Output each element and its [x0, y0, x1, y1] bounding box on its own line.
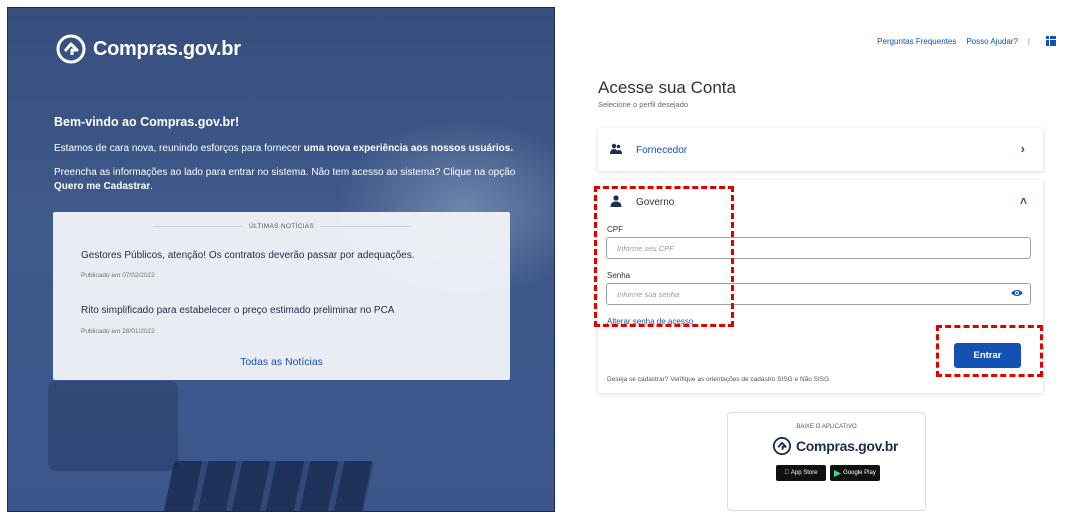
google-play-label: Google Play	[843, 470, 876, 476]
chevron-up-icon[interactable]: ˄	[1020, 194, 1027, 208]
eye-icon[interactable]	[1010, 288, 1024, 298]
logo-icon	[56, 34, 86, 64]
page-title: Acesse sua Conta	[598, 78, 736, 97]
store-badges:  App Store Google Play	[776, 465, 880, 481]
welcome-text: Preencha as informações ao lado para ent…	[54, 167, 516, 178]
users-icon	[610, 143, 622, 154]
news-date: Publicado em 07/02/2022	[81, 272, 155, 279]
faq-link[interactable]: Perguntas Frequentes	[877, 37, 956, 46]
brand-logo[interactable]: Compras.gov.br	[55, 33, 241, 65]
profile-card-fornecedor[interactable]: Fornecedor ›	[598, 128, 1043, 171]
news-date: Publicado em 28/01/2022	[81, 328, 155, 335]
play-icon	[834, 469, 842, 477]
news-item-link[interactable]: Gestores Públicos, atenção! Os contratos…	[81, 250, 415, 261]
highlight-box-login-button	[936, 325, 1043, 377]
welcome-text: Estamos de cara nova, reunindo esforços …	[54, 143, 304, 154]
welcome-title: Bem-vindo ao Compras.gov.br!	[54, 115, 240, 129]
app-store-badge[interactable]:  App Store	[776, 465, 826, 481]
page-subtitle: Selecione o perfil desejado	[598, 100, 689, 109]
welcome-text: .	[150, 181, 153, 192]
welcome-paragraph-2: Preencha as informações ao lado para ent…	[54, 166, 524, 194]
download-app-header: BAIXE O APLICATIVO	[796, 424, 857, 430]
background-decoration	[48, 381, 178, 471]
google-play-badge[interactable]: Google Play	[830, 465, 880, 481]
chevron-right-icon: ›	[1020, 141, 1025, 156]
register-link[interactable]: Quero me Cadastrar	[54, 181, 150, 192]
news-panel: ÚLTIMAS NOTÍCIAS Gestores Públicos, aten…	[53, 212, 510, 380]
register-info-text: Deseja se cadastrar? Verifique as orient…	[607, 376, 830, 383]
welcome-highlight: uma nova experiência aos nossos usuários…	[303, 143, 514, 154]
news-item-link[interactable]: Rito simplificado para estabelecer o pre…	[81, 305, 394, 316]
app-store-label: App Store	[788, 470, 818, 476]
help-link[interactable]: Posso Ajudar?	[966, 37, 1018, 46]
all-news-link[interactable]: Todas as Notícias	[53, 356, 510, 368]
divider: |	[1027, 36, 1030, 46]
welcome-paragraph-1: Estamos de cara nova, reunindo esforços …	[54, 143, 524, 154]
welcome-panel: Compras.gov.br Bem-vindo ao Compras.gov.…	[7, 7, 555, 512]
app-logo: Compras.gov.br	[772, 436, 898, 456]
app-name: Compras.gov.br	[796, 438, 899, 454]
download-app-card: BAIXE O APLICATIVO Compras.gov.br  App …	[727, 412, 926, 511]
highlight-box-credentials	[594, 186, 734, 327]
apps-grid-icon[interactable]	[1046, 36, 1056, 46]
background-keyboard	[161, 461, 375, 511]
apple-icon: 	[784, 470, 789, 476]
profile-label: Fornecedor	[636, 145, 688, 156]
news-header: ÚLTIMAS NOTÍCIAS	[53, 223, 510, 230]
brand-name: Compras.gov.br	[93, 37, 241, 60]
top-links: Perguntas Frequentes Posso Ajudar? |	[877, 36, 1056, 46]
logo-icon	[772, 436, 792, 456]
